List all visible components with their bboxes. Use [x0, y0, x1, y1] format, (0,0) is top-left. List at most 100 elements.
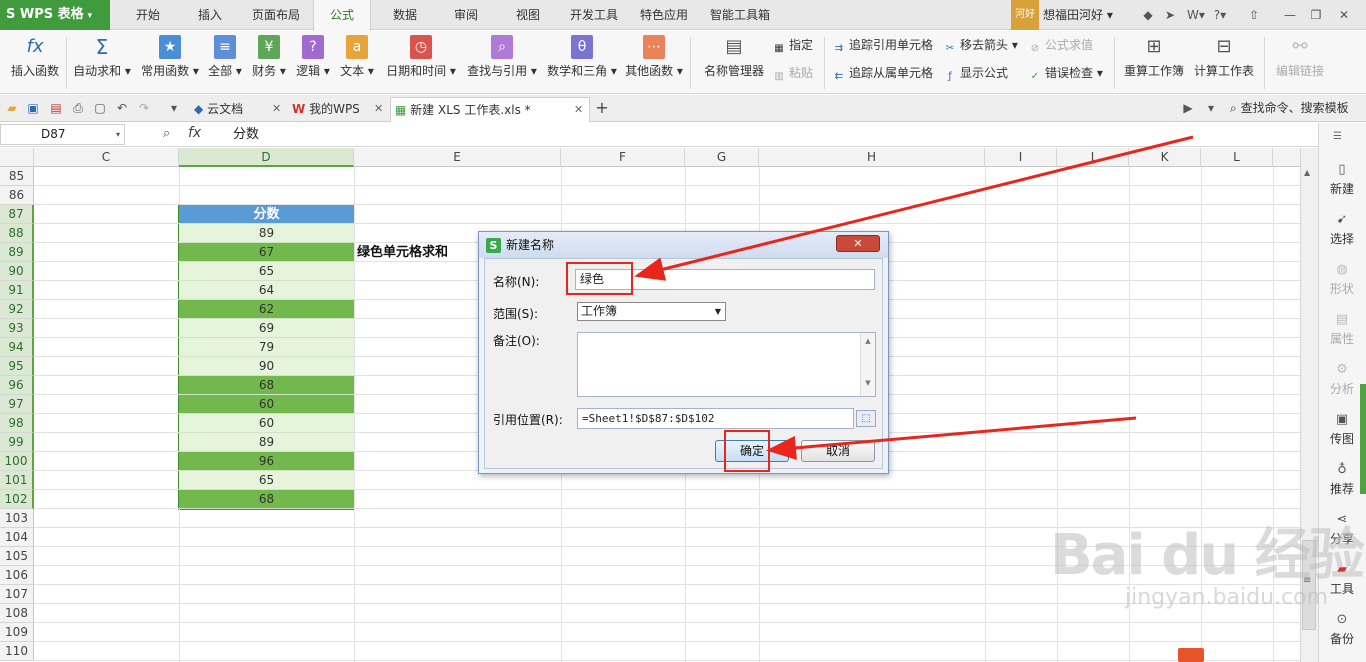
close-tab-icon[interactable]: ✕ [272, 97, 281, 121]
logic-button[interactable]: ? 逻辑 ▾ [293, 34, 333, 90]
row-header[interactable]: 87 [0, 205, 34, 224]
column-header-l[interactable]: L [1201, 148, 1273, 167]
row-header[interactable]: 89 [0, 243, 34, 262]
note-textarea[interactable]: ▲ ▼ [577, 332, 876, 397]
share-icon[interactable]: ➤ [1162, 7, 1178, 23]
row-header[interactable]: 108 [0, 604, 34, 623]
help-icon[interactable]: ?▾ [1210, 7, 1230, 23]
text-button[interactable]: a 文本 ▾ [337, 34, 377, 90]
menu-tab-insert[interactable]: 插入 [182, 0, 238, 30]
other-functions-button[interactable]: ⋯ 其他函数 ▾ [622, 34, 686, 90]
row-header[interactable]: 102 [0, 490, 34, 509]
row-header[interactable]: 104 [0, 528, 34, 547]
score-cell[interactable]: 62 [179, 300, 354, 319]
menu-tab-page-layout[interactable]: 页面布局 [244, 0, 308, 30]
row-header[interactable]: 98 [0, 414, 34, 433]
row-header[interactable]: 97 [0, 395, 34, 414]
close-tab-icon[interactable]: ✕ [374, 97, 383, 121]
range-picker-button[interactable]: ⬚ [856, 410, 876, 427]
tab-menu-icon[interactable]: ▾ [1203, 100, 1219, 116]
column-header-e[interactable]: E [354, 148, 561, 167]
score-cell[interactable]: 90 [179, 357, 354, 376]
sidebar-backup[interactable]: ⊙ 备份 [1318, 606, 1366, 652]
column-header-f[interactable]: F [561, 148, 685, 167]
row-header[interactable]: 103 [0, 509, 34, 528]
note-scrollbar[interactable]: ▲ ▼ [860, 333, 875, 396]
row-header[interactable]: 85 [0, 167, 34, 186]
menu-tab-developer[interactable]: 开发工具 [562, 0, 626, 30]
dialog-close-button[interactable]: ✕ [836, 235, 880, 252]
menu-tab-formula[interactable]: 公式 [313, 0, 371, 31]
trace-precedents-button[interactable]: ⇉ 追踪引用单元格 [832, 34, 933, 56]
calc-sheet-button[interactable]: ⊟ 计算工作表 [1190, 34, 1258, 90]
autosum-button[interactable]: Σ 自动求和 ▾ [70, 34, 134, 90]
name-manager-button[interactable]: ▤ 名称管理器 [700, 34, 768, 90]
sidebar-menu-icon[interactable]: ☰ [1333, 131, 1342, 142]
menu-tab-data[interactable]: 数据 [377, 0, 433, 30]
row-header[interactable]: 100 [0, 452, 34, 471]
show-formulas-button[interactable]: ƒ 显示公式 [943, 62, 1008, 84]
cell-e89-green-sum-label[interactable]: 绿色单元格求和 [357, 243, 448, 262]
sidebar-analysis[interactable]: ⚙ 分析 [1318, 356, 1366, 402]
score-cell[interactable]: 67 [179, 243, 354, 262]
column-header-h[interactable]: H [759, 148, 985, 167]
sidebar-collapse-handle[interactable] [1360, 384, 1366, 494]
app-menu-button[interactable]: S WPS 表格 ▾ [0, 0, 110, 30]
datetime-button[interactable]: ◷ 日期和时间 ▾ [381, 34, 461, 90]
cancel-button[interactable]: 取消 [801, 440, 875, 462]
row-header[interactable]: 90 [0, 262, 34, 281]
column-header-j[interactable]: J [1057, 148, 1129, 167]
row-header[interactable]: 88 [0, 224, 34, 243]
row-header[interactable]: 101 [0, 471, 34, 490]
define-name-button[interactable]: ▦ 指定 [772, 34, 813, 56]
menu-tab-features[interactable]: 特色应用 [632, 0, 696, 30]
lookup-button[interactable]: ⌕ 查找与引用 ▾ [463, 34, 541, 90]
score-cell[interactable]: 79 [179, 338, 354, 357]
wps-cloud-icon[interactable]: W▾ [1184, 7, 1208, 23]
row-header[interactable]: 96 [0, 376, 34, 395]
restore-ribbon-icon[interactable]: ⇧ [1246, 7, 1262, 23]
sidebar-send-image[interactable]: ▣ 传图 [1318, 406, 1366, 452]
row-header[interactable]: 109 [0, 623, 34, 642]
row-header[interactable]: 91 [0, 281, 34, 300]
column-header-k[interactable]: K [1129, 148, 1201, 167]
zoom-search-icon[interactable]: ⌕ [163, 126, 170, 141]
trace-dependents-button[interactable]: ⇇ 追踪从属单元格 [832, 62, 933, 84]
taskbar-app-icon[interactable] [1178, 648, 1204, 662]
score-cell[interactable]: 96 [179, 452, 354, 471]
math-button[interactable]: θ 数学和三角 ▾ [543, 34, 621, 90]
undo-icon[interactable]: ↶ [114, 100, 130, 116]
user-avatar[interactable]: 河好 [1011, 0, 1039, 30]
score-cell[interactable]: 60 [179, 414, 354, 433]
sidebar-recommend[interactable]: ♁ 推荐 [1318, 456, 1366, 502]
tab-cloud-docs[interactable]: ◆ 云文档 ✕ [190, 97, 286, 122]
command-search[interactable]: ⌕ 查找命令、搜索模板 [1230, 95, 1349, 122]
evaluate-formula-button[interactable]: ⊘ 公式求值 [1028, 34, 1093, 56]
tab-my-wps[interactable]: W 我的WPS ✕ [288, 97, 388, 122]
tab-new-xls-sheet[interactable]: ▦ 新建 XLS 工作表.xls * ✕ [390, 97, 590, 122]
row-header[interactable]: 86 [0, 186, 34, 205]
sidebar-new[interactable]: ▯ 新建 [1318, 156, 1366, 202]
user-name[interactable]: 想福田河好 ▾ [1043, 0, 1113, 30]
menu-tab-home[interactable]: 开始 [120, 0, 176, 30]
insert-function-button[interactable]: fx 插入函数 [6, 34, 64, 90]
error-check-button[interactable]: ✓ 错误检查 ▾ [1028, 62, 1103, 84]
column-header-d[interactable]: D [179, 148, 354, 167]
score-cell[interactable]: 65 [179, 262, 354, 281]
redo-icon[interactable]: ↷ [136, 100, 152, 116]
menu-tab-view[interactable]: 视图 [500, 0, 556, 30]
print-icon[interactable]: ⎙ [70, 100, 86, 116]
cell-d87-header[interactable]: 分数 [179, 205, 354, 224]
common-functions-button[interactable]: ★ 常用函数 ▾ [138, 34, 202, 90]
fx-icon[interactable]: fx [188, 125, 201, 141]
score-cell[interactable]: 60 [179, 395, 354, 414]
skin-icon[interactable]: ◆ [1140, 7, 1156, 23]
score-cell[interactable]: 69 [179, 319, 354, 338]
scope-select[interactable]: 工作簿 ▼ [577, 302, 726, 321]
finance-button[interactable]: ¥ 财务 ▾ [249, 34, 289, 90]
row-header[interactable]: 110 [0, 642, 34, 661]
scroll-up-icon[interactable]: ▲ [1304, 168, 1310, 177]
minimize-icon[interactable]: — [1282, 7, 1298, 23]
name-box[interactable]: D87 ▾ [0, 124, 125, 145]
close-tab-icon[interactable]: ✕ [574, 98, 583, 122]
